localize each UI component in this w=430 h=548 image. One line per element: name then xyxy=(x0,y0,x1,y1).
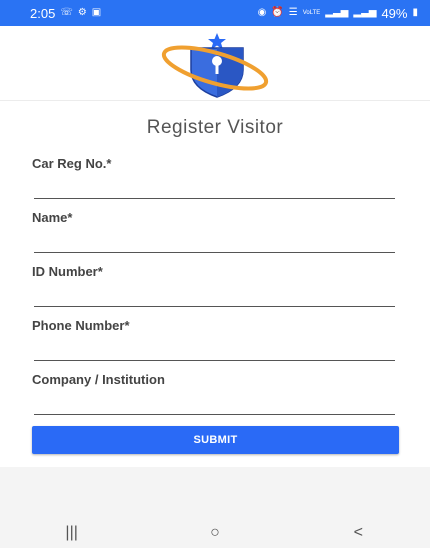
id-number-label: ID Number* xyxy=(32,264,103,279)
star-icon xyxy=(208,33,226,50)
back-button[interactable]: < xyxy=(328,524,388,542)
whatsapp-icon: ☏ xyxy=(60,7,73,18)
volte-label: VoLTE xyxy=(302,10,321,16)
settings-icon: ⚙ xyxy=(77,7,87,18)
car-reg-label: Car Reg No.* xyxy=(32,156,112,171)
name-label: Name* xyxy=(32,210,73,225)
status-time: 2:05 xyxy=(30,5,56,21)
home-button[interactable]: ○ xyxy=(185,524,245,542)
company-input[interactable] xyxy=(34,394,395,415)
gallery-icon: ▣ xyxy=(91,7,102,18)
camera-icon: ◉ xyxy=(257,7,267,18)
name-input[interactable] xyxy=(34,232,395,253)
register-visitor-form: Register Visitor Car Reg No.* Name* ID N… xyxy=(0,101,430,467)
status-right: ◉ ⏰ ☰ VoLTE ▂▃▅ ▂▃▅ 49% ▮ xyxy=(258,6,418,21)
recents-button[interactable]: ||| xyxy=(42,524,102,542)
system-nav-bar: ||| ○ < xyxy=(0,518,430,548)
id-number-input[interactable] xyxy=(34,286,395,307)
phone-number-input[interactable] xyxy=(34,340,395,361)
header xyxy=(0,26,430,101)
signal-icon: ▂▃▅ xyxy=(325,7,349,18)
phone-number-label: Phone Number* xyxy=(32,318,130,333)
signal-icon: ▂▃▅ xyxy=(353,7,377,18)
page-title: Register Visitor xyxy=(146,117,284,138)
wifi-icon: ☰ xyxy=(288,7,298,18)
battery-percent: 49% xyxy=(381,5,408,21)
car-reg-input[interactable] xyxy=(34,178,395,199)
company-label: Company / Institution xyxy=(32,372,165,387)
shield-star-logo xyxy=(161,33,269,98)
battery-icon: ▮ xyxy=(412,7,418,18)
status-left: 2:05 ☏ ⚙ ▣ xyxy=(30,6,101,21)
status-bar: 2:05 ☏ ⚙ ▣ ◉ ⏰ ☰ VoLTE ▂▃▅ ▂▃▅ 49% ▮ xyxy=(0,0,430,26)
alarm-icon: ⏰ xyxy=(271,7,284,18)
submit-button[interactable]: SUBMIT xyxy=(32,426,399,454)
